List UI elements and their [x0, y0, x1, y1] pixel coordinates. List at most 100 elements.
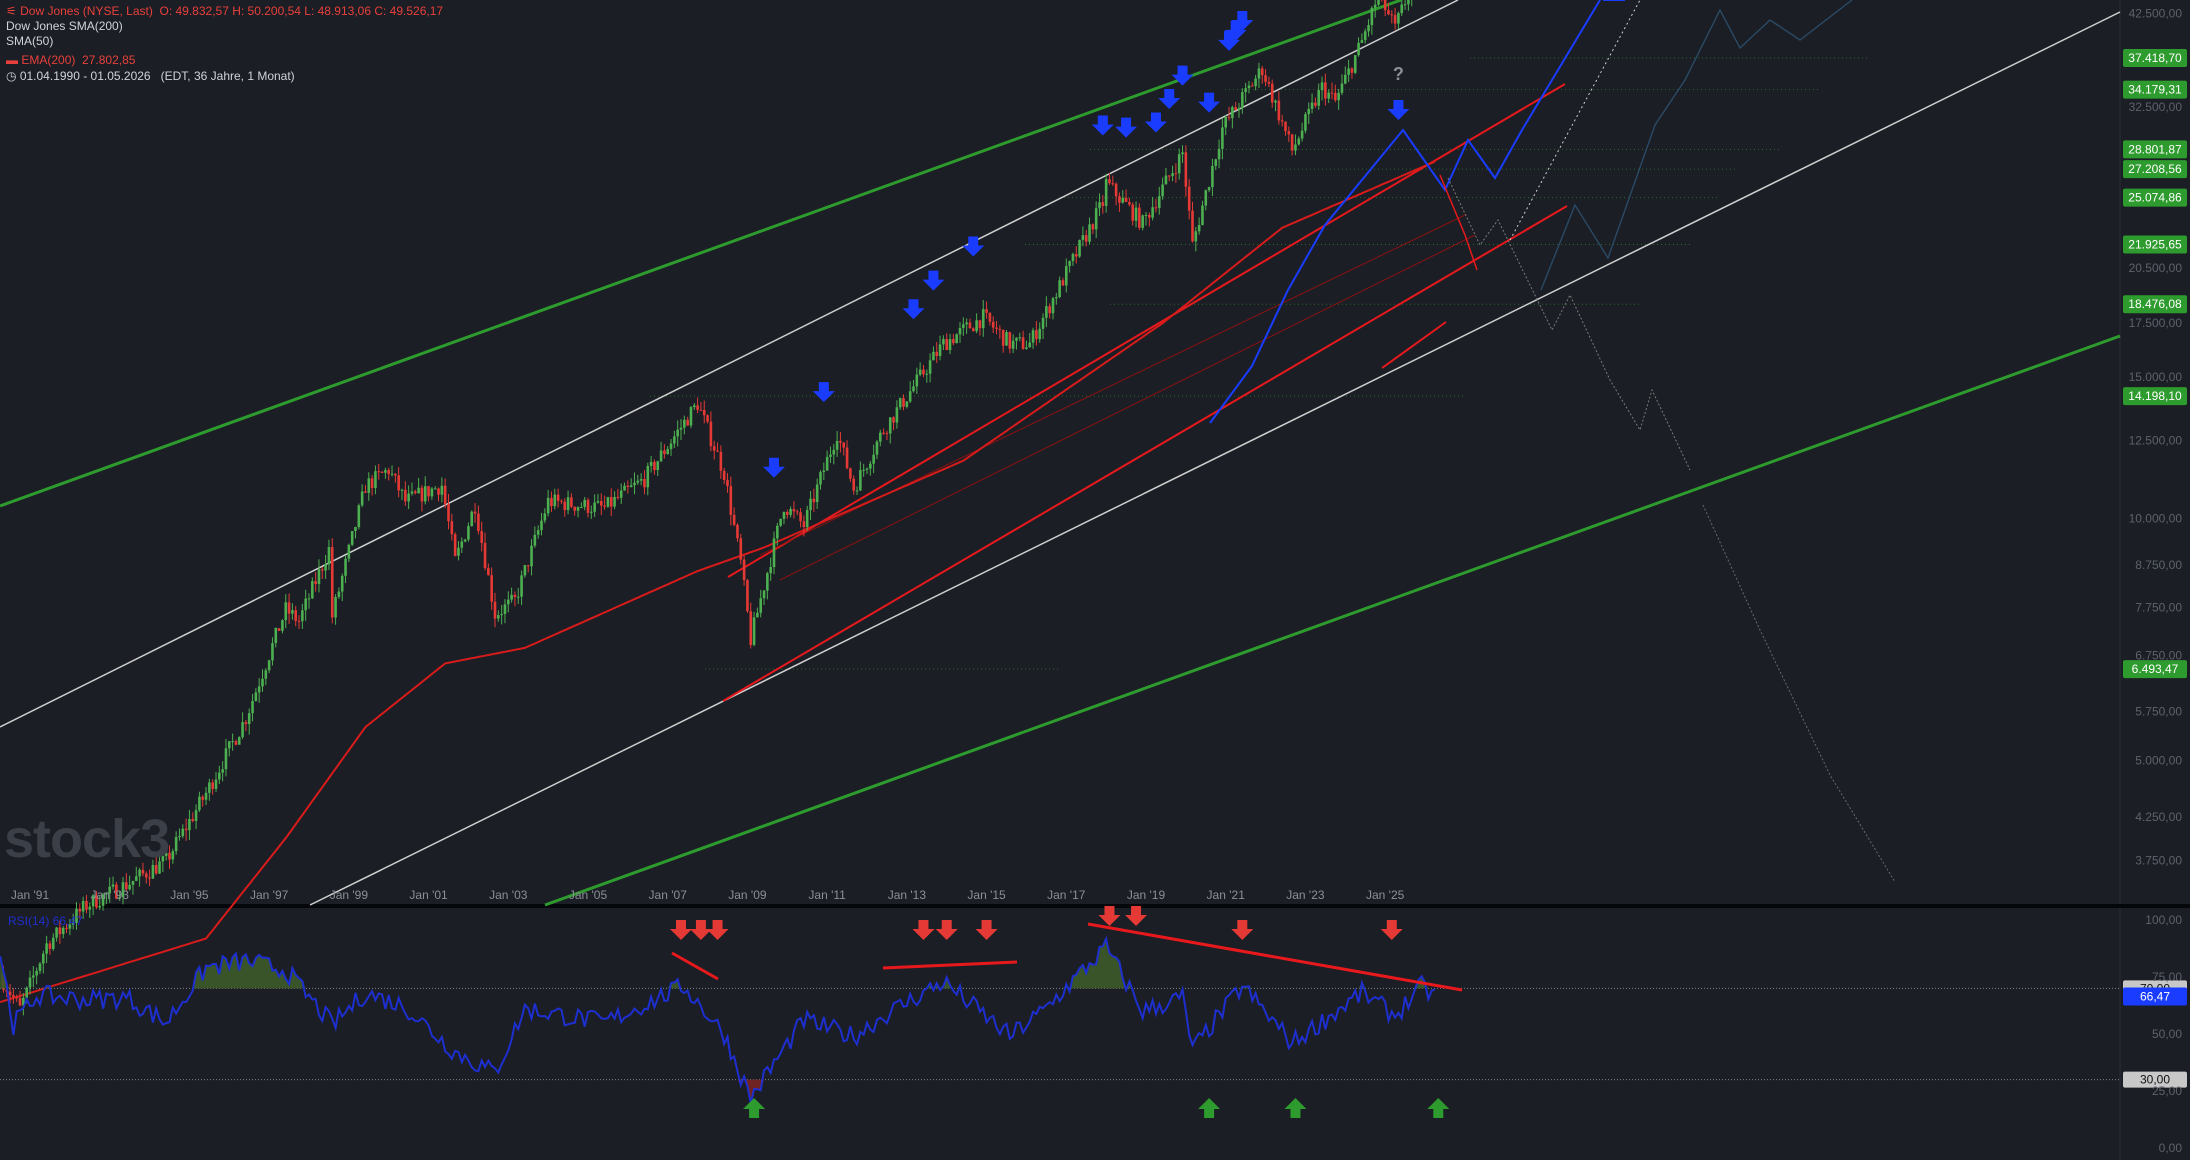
- price-chart[interactable]: ? Jan '91 Jan '93 Jan '95 Jan '97 Jan '99 Jan…: [0, 0, 2190, 1160]
- y-tick-label: 8.750,00: [2135, 558, 2182, 572]
- candle-body: [1237, 108, 1241, 110]
- y-tick-label: 32.500,00: [2129, 100, 2183, 114]
- candle-body: [1231, 107, 1234, 119]
- candle-body: [553, 494, 557, 507]
- x-tick-label: Jan '91: [11, 888, 50, 902]
- candle-body: [480, 531, 484, 543]
- candle-body: [404, 489, 407, 502]
- candle-body: [952, 339, 955, 344]
- hidden-indicator-2[interactable]: SMA(50): [6, 34, 53, 48]
- candle-body: [1174, 173, 1178, 175]
- candle-body: [374, 471, 377, 488]
- candle-body: [247, 713, 251, 725]
- candle-body: [1144, 214, 1148, 216]
- y-tick-label: 15.000,00: [2129, 370, 2183, 384]
- candle-body: [1224, 117, 1228, 128]
- candle-body: [340, 575, 344, 592]
- candle-body: [433, 488, 437, 490]
- rsi-y-tick: 50,00: [2152, 1027, 2182, 1041]
- price-level-label: 27.208,56: [2128, 162, 2182, 176]
- candle-body: [334, 596, 337, 618]
- candle-body: [1383, 0, 1387, 11]
- candle-body: [566, 497, 570, 511]
- candle-body: [1250, 85, 1254, 87]
- candle-body: [211, 782, 214, 789]
- candle-body: [1270, 83, 1274, 103]
- candle-body: [400, 489, 404, 491]
- candle-body: [208, 782, 211, 793]
- candle-body: [1377, 0, 1380, 5]
- candle-body: [1114, 183, 1118, 197]
- candle-body: [51, 937, 55, 949]
- candle-body: [98, 905, 102, 908]
- candle-body: [912, 386, 915, 392]
- ema-legend[interactable]: ▬ EMA(200) 27.802,85: [6, 53, 135, 67]
- candle-body: [41, 953, 45, 964]
- candle-body: [925, 373, 929, 375]
- candle-body: [739, 538, 743, 560]
- candle-body: [294, 610, 298, 621]
- candle-body: [709, 421, 713, 447]
- candle-body: [636, 480, 640, 483]
- candle-body: [1400, 4, 1404, 14]
- candle-body: [1081, 235, 1085, 240]
- candle-body: [789, 508, 792, 515]
- candle-body: [965, 322, 968, 325]
- price-level-label: 37.418,70: [2128, 51, 2182, 65]
- candle-body: [1337, 92, 1340, 101]
- candle-body: [520, 575, 523, 597]
- candle-body: [732, 514, 736, 525]
- candle-body: [942, 339, 945, 345]
- instrument-name[interactable]: Dow Jones (NYSE, Last): [20, 4, 153, 18]
- candle-body: [437, 488, 440, 495]
- candle-body: [666, 449, 670, 455]
- candle-body: [1267, 81, 1271, 84]
- candle-body: [1064, 266, 1068, 286]
- candle-body: [1234, 107, 1237, 110]
- y-tick-label: 12.500,00: [2129, 434, 2183, 448]
- candle-body: [291, 610, 294, 614]
- candle-body: [1221, 127, 1224, 149]
- candle-body: [772, 538, 776, 568]
- candle-body: [171, 851, 175, 860]
- y-tick-label: 20.500,00: [2129, 261, 2183, 275]
- candle-body: [779, 518, 782, 526]
- candle-body: [948, 339, 952, 351]
- candle-body: [490, 575, 493, 602]
- candle-body: [224, 748, 228, 770]
- candle-body: [1280, 120, 1284, 122]
- candle-body: [58, 927, 62, 935]
- candle-body: [981, 309, 985, 329]
- candle-body: [45, 943, 48, 954]
- candle-body: [849, 468, 852, 479]
- date-range: 01.04.1990 - 01.05.2026: [19, 69, 151, 83]
- candle-body: [1300, 130, 1304, 139]
- candle-body: [1171, 173, 1174, 177]
- candle-body: [1297, 138, 1301, 145]
- ema-swatch-icon: ▬: [6, 53, 18, 67]
- candle-body: [888, 417, 892, 434]
- candle-body: [613, 496, 616, 507]
- candle-body: [1350, 68, 1354, 73]
- candle-body: [799, 512, 802, 522]
- candle-body: [815, 484, 819, 503]
- candle-body: [1088, 224, 1091, 242]
- candle-body: [78, 908, 82, 912]
- candle-body: [1201, 205, 1204, 225]
- candle-body: [463, 539, 467, 542]
- candle-body: [749, 611, 753, 645]
- candle-body: [467, 526, 470, 540]
- candle-body: [859, 470, 862, 491]
- candle-body: [1134, 207, 1138, 221]
- candle-body: [473, 511, 477, 514]
- candle-body: [131, 880, 135, 885]
- candle-body: [15, 997, 19, 999]
- instrument-icon: ⚟: [6, 4, 17, 18]
- candle-body: [430, 488, 434, 497]
- candle-body: [1045, 306, 1048, 318]
- candle-body: [1008, 332, 1012, 349]
- x-tick-label: Jan '07: [649, 888, 688, 902]
- candle-body: [656, 461, 660, 471]
- candle-body: [570, 497, 573, 507]
- hidden-indicator-1[interactable]: Dow Jones SMA(200): [6, 19, 123, 33]
